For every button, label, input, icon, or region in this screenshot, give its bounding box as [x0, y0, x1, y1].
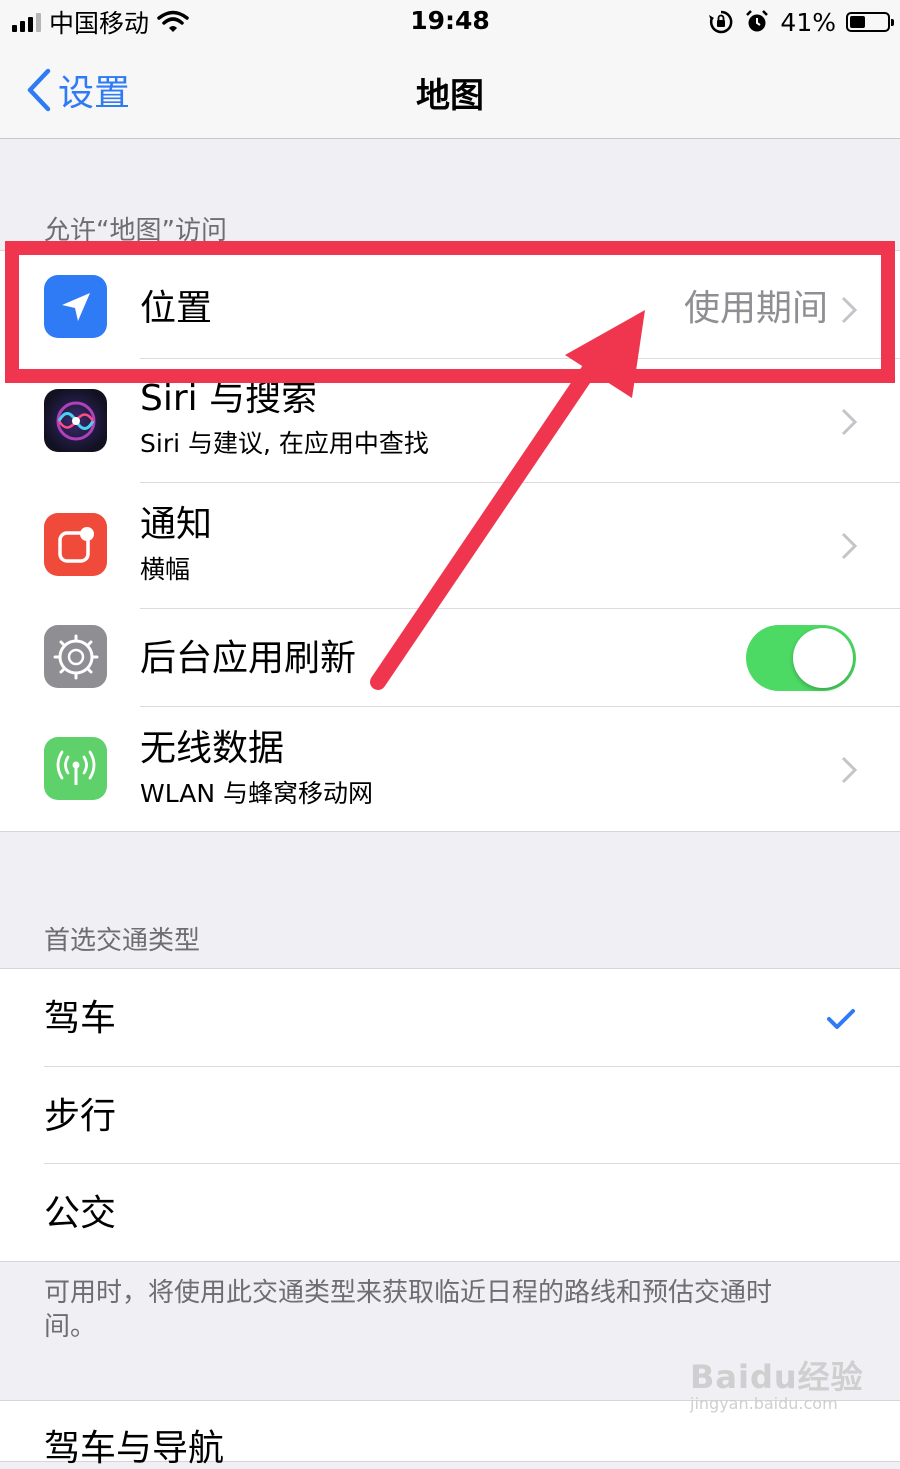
chevron-right-icon [841, 296, 858, 324]
page-title: 地图 [416, 76, 484, 116]
row-background-refresh: 后台应用刷新 [0, 609, 900, 707]
row-siri-search[interactable]: Siri 与搜索 Siri 与建议, 在应用中查找 [0, 359, 900, 483]
transport-driving-label: 驾车 [44, 998, 117, 1039]
row-transport-driving[interactable]: 驾车 [0, 969, 900, 1067]
status-bar: 中国移动 19:48 41% [0, 0, 900, 44]
row-siri-title: Siri 与搜索 [140, 378, 318, 419]
watermark-url: jingyan.baidu.com [690, 1394, 838, 1413]
chevron-right-icon [841, 532, 858, 560]
row-wireless-data[interactable]: 无线数据 WLAN 与蜂窝移动网 [0, 707, 900, 831]
section-header-transport: 首选交通类型 [44, 926, 201, 956]
notification-icon [44, 513, 107, 576]
row-wireless-subtitle: WLAN 与蜂窝移动网 [140, 779, 373, 808]
transport-transit-label: 公交 [44, 1193, 117, 1234]
location-arrow-icon [44, 275, 107, 338]
siri-icon [44, 389, 107, 452]
driving-navigation-label: 驾车与导航 [44, 1428, 225, 1469]
navigation-bar: 设置 地图 [0, 44, 900, 139]
transport-walking-label: 步行 [44, 1096, 117, 1137]
row-notifications-title: 通知 [140, 504, 213, 545]
row-location-title: 位置 [140, 288, 213, 329]
toggle-knob [793, 628, 853, 688]
row-notifications[interactable]: 通知 横幅 [0, 483, 900, 609]
baidu-watermark: Baidu经验 jingyan.baidu.com [690, 1352, 864, 1413]
status-right: 41% [708, 6, 894, 38]
background-refresh-toggle[interactable] [746, 625, 856, 691]
row-siri-subtitle: Siri 与建议, 在应用中查找 [140, 429, 429, 458]
alarm-icon [746, 10, 769, 32]
chevron-right-icon [841, 408, 858, 436]
checkmark-icon [827, 1009, 855, 1029]
row-transport-walking[interactable]: 步行 [0, 1067, 900, 1164]
row-location[interactable]: 位置 使用期间 [0, 251, 900, 359]
watermark-brand: Baidu经验 [690, 1358, 864, 1396]
antenna-icon [44, 737, 107, 800]
transport-footer-note: 可用时，将使用此交通类型来获取临近日程的路线和预估交通时间。 [44, 1278, 773, 1342]
row-background-refresh-title: 后台应用刷新 [140, 638, 357, 679]
gear-icon [44, 625, 107, 688]
battery-icon [846, 12, 894, 32]
row-wireless-title: 无线数据 [140, 728, 285, 769]
chevron-right-icon [841, 756, 858, 784]
access-settings-group: 位置 使用期间 Siri 与搜索 Siri 与建议, 在应用中查找 通知 横幅 [0, 250, 900, 832]
rotation-lock-icon [709, 10, 733, 34]
section-header-access: 允许“地图”访问 [44, 216, 227, 246]
transport-type-group: 驾车 步行 公交 [0, 968, 900, 1262]
battery-percent: 41% [780, 7, 836, 37]
row-location-value: 使用期间 [683, 288, 828, 329]
row-transport-transit[interactable]: 公交 [0, 1164, 900, 1261]
row-notifications-subtitle: 横幅 [140, 555, 191, 584]
